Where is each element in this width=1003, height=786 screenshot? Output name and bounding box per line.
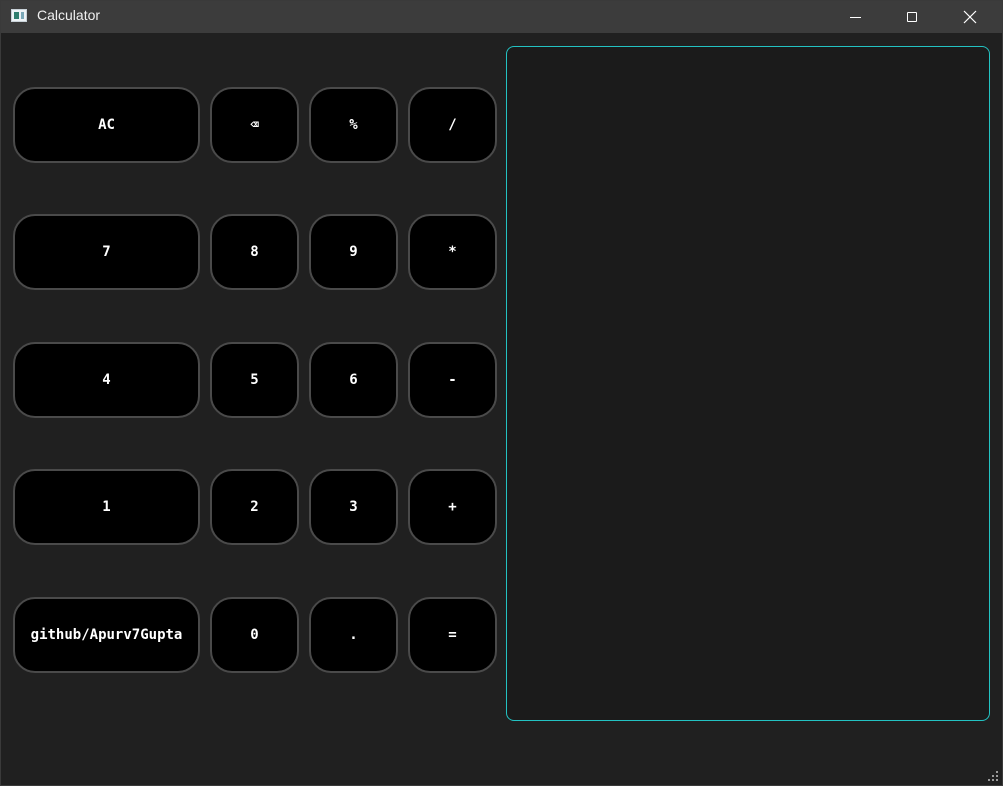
close-icon (963, 10, 977, 24)
github-link-button[interactable]: github/Apurv7Gupta (13, 597, 200, 673)
digit-5-button[interactable]: 5 (210, 342, 299, 418)
calculator-window: Calculator AC ⌫ % / 7 8 9 * 4 5 6 - 1 2 … (0, 0, 1003, 786)
digit-1-button[interactable]: 1 (13, 469, 200, 545)
decimal-point-button[interactable]: . (309, 597, 398, 673)
all-clear-button[interactable]: AC (13, 87, 200, 163)
minimize-icon (849, 16, 861, 18)
maximize-icon (907, 12, 917, 22)
digit-6-button[interactable]: 6 (309, 342, 398, 418)
title-bar[interactable]: Calculator (1, 1, 1002, 33)
multiply-button[interactable]: * (408, 214, 497, 290)
divide-button[interactable]: / (408, 87, 497, 163)
maximize-button[interactable] (889, 1, 935, 33)
digit-8-button[interactable]: 8 (210, 214, 299, 290)
app-icon (11, 9, 27, 22)
result-display (506, 46, 990, 721)
add-button[interactable]: + (408, 469, 497, 545)
close-button[interactable] (947, 1, 993, 33)
digit-9-button[interactable]: 9 (309, 214, 398, 290)
digit-4-button[interactable]: 4 (13, 342, 200, 418)
equals-button[interactable]: = (408, 597, 497, 673)
minimize-button[interactable] (832, 1, 878, 33)
window-title: Calculator (37, 7, 101, 23)
digit-2-button[interactable]: 2 (210, 469, 299, 545)
percent-button[interactable]: % (309, 87, 398, 163)
subtract-button[interactable]: - (408, 342, 497, 418)
digit-0-button[interactable]: 0 (210, 597, 299, 673)
digit-3-button[interactable]: 3 (309, 469, 398, 545)
resize-grip-icon[interactable] (986, 769, 998, 781)
backspace-button[interactable]: ⌫ (210, 87, 299, 163)
digit-7-button[interactable]: 7 (13, 214, 200, 290)
